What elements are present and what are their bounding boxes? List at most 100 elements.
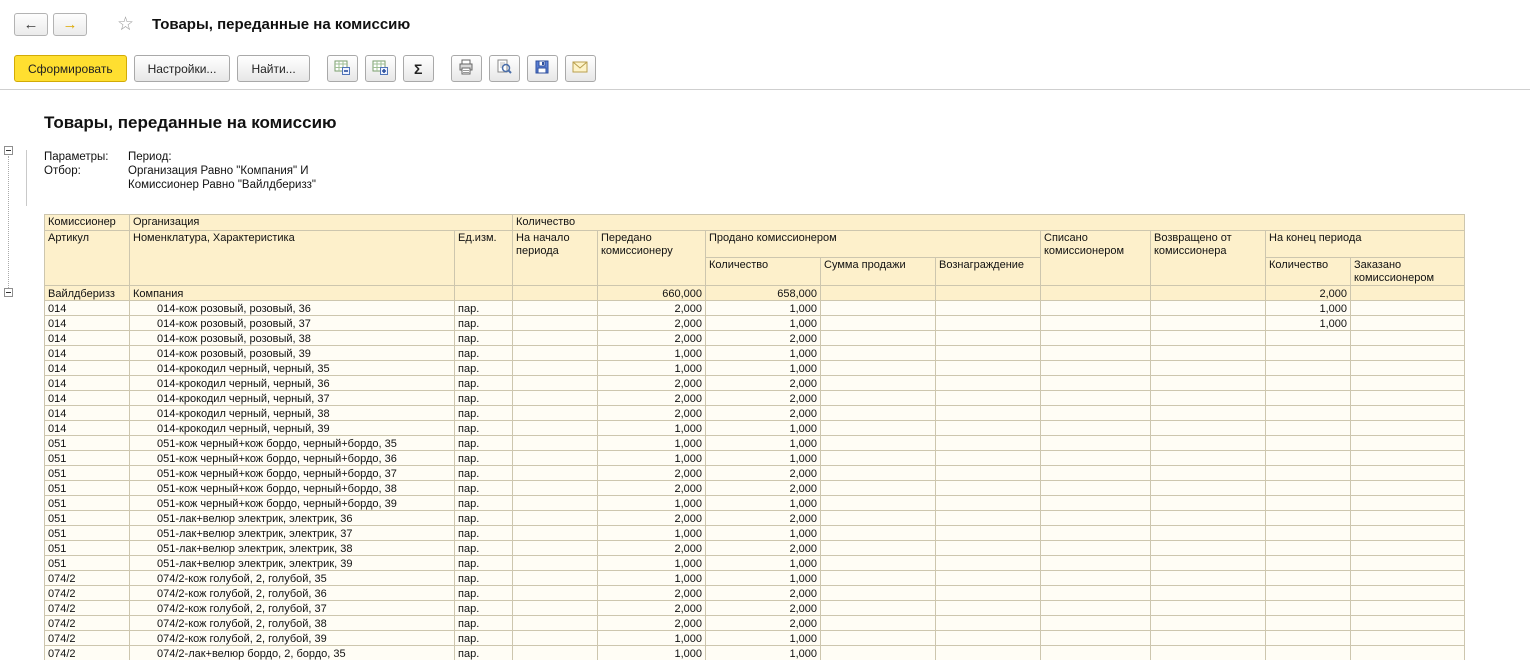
cell-sold-qty[interactable]: 1,000: [706, 301, 821, 316]
cell-written-off[interactable]: [1041, 421, 1151, 436]
table-row[interactable]: 014 014-кож розовый, розовый, 39 пар. 1,…: [45, 346, 1465, 361]
cell-reward[interactable]: [936, 556, 1041, 571]
cell-article[interactable]: 051: [45, 436, 130, 451]
table-row[interactable]: 014 014-крокодил черный, черный, 39 пар.…: [45, 421, 1465, 436]
header-quantity-group[interactable]: Количество: [513, 215, 1465, 231]
cell-transferred[interactable]: 1,000: [598, 346, 706, 361]
cell-begin[interactable]: [513, 391, 598, 406]
cell-sold-sum[interactable]: [821, 601, 936, 616]
cell-begin[interactable]: [513, 541, 598, 556]
cell-end-qty[interactable]: 2,000: [1266, 286, 1351, 301]
cell-end-qty[interactable]: [1266, 376, 1351, 391]
cell-returned[interactable]: [1151, 526, 1266, 541]
cell-article[interactable]: 014: [45, 316, 130, 331]
cell-article[interactable]: 014: [45, 331, 130, 346]
cell-article[interactable]: 014: [45, 376, 130, 391]
cell-article[interactable]: 014: [45, 361, 130, 376]
cell-end-qty[interactable]: [1266, 361, 1351, 376]
cell-article[interactable]: 014: [45, 406, 130, 421]
cell-sold-qty[interactable]: 1,000: [706, 451, 821, 466]
cell-returned[interactable]: [1151, 436, 1266, 451]
cell-end-qty[interactable]: [1266, 631, 1351, 646]
table-row[interactable]: 014 014-кож розовый, розовый, 36 пар. 2,…: [45, 301, 1465, 316]
cell-article[interactable]: 014: [45, 391, 130, 406]
cell-transferred[interactable]: 2,000: [598, 511, 706, 526]
cell-returned[interactable]: [1151, 466, 1266, 481]
cell-nomenclature[interactable]: 014-кож розовый, розовый, 39: [130, 346, 455, 361]
cell-ordered[interactable]: [1351, 331, 1465, 346]
cell-article[interactable]: 074/2: [45, 631, 130, 646]
cell-ordered[interactable]: [1351, 571, 1465, 586]
cell-article[interactable]: 051: [45, 481, 130, 496]
favorite-star-icon[interactable]: ☆: [117, 13, 134, 36]
cell-returned[interactable]: [1151, 361, 1266, 376]
cell-written-off[interactable]: [1041, 556, 1151, 571]
cell-sold-qty[interactable]: 1,000: [706, 526, 821, 541]
cell-nomenclature[interactable]: 014-крокодил черный, черный, 35: [130, 361, 455, 376]
cell-begin[interactable]: [513, 406, 598, 421]
collapse-groups-button[interactable]: [327, 55, 358, 82]
cell-begin[interactable]: [513, 481, 598, 496]
cell-end-qty[interactable]: [1266, 541, 1351, 556]
cell-written-off[interactable]: [1041, 301, 1151, 316]
cell-unit[interactable]: пар.: [455, 511, 513, 526]
cell-end-qty[interactable]: 1,000: [1266, 301, 1351, 316]
cell-sold-qty[interactable]: 1,000: [706, 436, 821, 451]
cell-end-qty[interactable]: [1266, 616, 1351, 631]
cell-written-off[interactable]: [1041, 406, 1151, 421]
cell-returned[interactable]: [1151, 451, 1266, 466]
header-sold-qty[interactable]: Количество: [706, 258, 821, 286]
cell-article[interactable]: 051: [45, 496, 130, 511]
cell-sold-qty[interactable]: 1,000: [706, 346, 821, 361]
cell-transferred[interactable]: 1,000: [598, 361, 706, 376]
cell-end-qty[interactable]: [1266, 496, 1351, 511]
cell-sold-qty[interactable]: 1,000: [706, 496, 821, 511]
cell-end-qty[interactable]: [1266, 406, 1351, 421]
expand-groups-button[interactable]: [365, 55, 396, 82]
cell-transferred[interactable]: 1,000: [598, 556, 706, 571]
generate-button[interactable]: Сформировать: [14, 55, 127, 82]
cell-transferred[interactable]: 1,000: [598, 421, 706, 436]
cell-article[interactable]: 074/2: [45, 601, 130, 616]
cell-nomenclature[interactable]: 051-лак+велюр электрик, электрик, 39: [130, 556, 455, 571]
cell-reward[interactable]: [936, 436, 1041, 451]
cell-sold-qty[interactable]: 1,000: [706, 556, 821, 571]
cell-sold-sum[interactable]: [821, 586, 936, 601]
cell-written-off[interactable]: [1041, 541, 1151, 556]
preview-button[interactable]: [489, 55, 520, 82]
table-row[interactable]: 014 014-крокодил черный, черный, 37 пар.…: [45, 391, 1465, 406]
cell-begin[interactable]: [513, 586, 598, 601]
cell-reward[interactable]: [936, 466, 1041, 481]
cell-begin[interactable]: [513, 451, 598, 466]
table-row[interactable]: 051 051-кож черный+кож бордо, черный+бор…: [45, 436, 1465, 451]
cell-sold-qty[interactable]: 2,000: [706, 511, 821, 526]
cell-article[interactable]: 074/2: [45, 571, 130, 586]
collapse-report-button[interactable]: [4, 146, 13, 155]
group-total-row[interactable]: Вайлдберизз Компания 660,000 658,000 2,0…: [45, 286, 1465, 301]
cell-transferred[interactable]: 1,000: [598, 496, 706, 511]
cell-written-off[interactable]: [1041, 511, 1151, 526]
cell-ordered[interactable]: [1351, 406, 1465, 421]
header-transferred[interactable]: Передано комиссионеру: [598, 231, 706, 286]
header-reward[interactable]: Вознаграждение: [936, 258, 1041, 286]
cell-returned[interactable]: [1151, 406, 1266, 421]
header-nomenclature[interactable]: Номенклатура, Характеристика: [130, 231, 455, 286]
cell-ordered[interactable]: [1351, 541, 1465, 556]
cell-reward[interactable]: [936, 646, 1041, 660]
cell-transferred[interactable]: 2,000: [598, 586, 706, 601]
cell-written-off[interactable]: [1041, 571, 1151, 586]
cell-article[interactable]: 051: [45, 556, 130, 571]
cell-nomenclature[interactable]: 014-крокодил черный, черный, 37: [130, 391, 455, 406]
cell-reward[interactable]: [936, 481, 1041, 496]
table-row[interactable]: 051 051-кож черный+кож бордо, черный+бор…: [45, 451, 1465, 466]
cell-begin[interactable]: [513, 301, 598, 316]
cell-returned[interactable]: [1151, 586, 1266, 601]
cell-written-off[interactable]: [1041, 346, 1151, 361]
cell-unit[interactable]: пар.: [455, 526, 513, 541]
cell-nomenclature[interactable]: 074/2-кож голубой, 2, голубой, 38: [130, 616, 455, 631]
cell-end-qty[interactable]: [1266, 421, 1351, 436]
header-end-qty[interactable]: Количество: [1266, 258, 1351, 286]
cell-sold-sum[interactable]: [821, 466, 936, 481]
table-row[interactable]: 051 051-лак+велюр электрик, электрик, 38…: [45, 541, 1465, 556]
cell-article[interactable]: 051: [45, 511, 130, 526]
